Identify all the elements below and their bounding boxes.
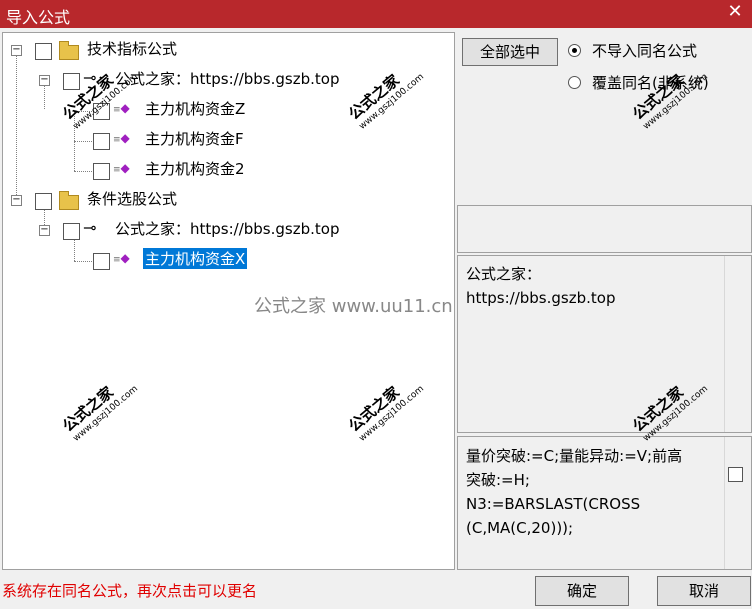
folder-icon: [59, 191, 79, 210]
description-line: 公式之家：: [466, 265, 542, 283]
folder-icon: [59, 41, 79, 60]
collapse-icon[interactable]: −: [11, 45, 22, 56]
item-checkbox[interactable]: [93, 253, 110, 270]
formula-icon: ≡◆: [113, 161, 130, 175]
group-2-label: 条件选股公式: [87, 190, 178, 208]
code-text: 量价突破:=C;量能异动:=V;前高 突破:=H; N3:=BARSLAST(C…: [466, 444, 726, 540]
tree-line: [16, 51, 17, 199]
formula-icon: ≡◆: [113, 131, 130, 145]
item-label: 主力机构资金F: [145, 130, 244, 148]
code-line: 量价突破:=C;量能异动:=V;前高: [466, 447, 683, 465]
status-message: 系统存在同名公式，再次点击可以更名: [2, 582, 258, 600]
description-text: 公式之家： https://bbs.gszb.top: [466, 262, 706, 310]
key-icon: ⊸: [83, 218, 97, 237]
collapse-icon[interactable]: −: [11, 195, 22, 206]
item-label: 主力机构资金Z: [145, 100, 246, 118]
code-line: 突破:=H;: [466, 471, 530, 489]
overwrite-radio[interactable]: [568, 76, 581, 89]
code-checkbox[interactable]: [728, 467, 743, 482]
item-label: 主力机构资金X: [143, 248, 248, 269]
select-all-button[interactable]: 全部选中: [462, 38, 558, 66]
watermark: 公式之家 www.gszj100.com: [629, 70, 710, 132]
info-box: [457, 205, 752, 253]
source-1-checkbox[interactable]: [63, 73, 80, 90]
no-import-label: 不导入同名公式: [592, 42, 698, 60]
formula-icon: ≡◆: [113, 251, 130, 265]
code-line: N3:=BARSLAST(CROSS: [466, 495, 641, 513]
window-title: 导入公式: [6, 8, 71, 27]
no-import-radio[interactable]: [568, 44, 581, 57]
item-checkbox[interactable]: [93, 163, 110, 180]
description-line: https://bbs.gszb.top: [466, 289, 616, 307]
group-1-label: 技术指标公式: [87, 40, 178, 58]
source-2-label: 公式之家：https://bbs.gszb.top: [115, 220, 340, 238]
scrollbar[interactable]: [724, 437, 751, 569]
tree-line: [74, 171, 92, 172]
code-line: (C,MA(C,20)));: [466, 519, 574, 537]
ok-button[interactable]: 确定: [535, 576, 629, 606]
item-label: 主力机构资金2: [145, 160, 245, 178]
group-1-checkbox[interactable]: [35, 43, 52, 60]
close-icon[interactable]: ✕: [726, 3, 744, 21]
source-1-label: 公式之家：https://bbs.gszb.top: [115, 70, 340, 88]
item-checkbox[interactable]: [93, 133, 110, 150]
tree-line: [74, 141, 92, 142]
cancel-button[interactable]: 取消: [657, 576, 751, 606]
title-bar: 导入公式 ✕: [0, 0, 752, 28]
tree-line: [74, 261, 92, 262]
collapse-icon[interactable]: −: [39, 75, 50, 86]
formula-icon: ≡◆: [113, 101, 130, 115]
center-watermark: 公式之家 www.uu11.cn: [254, 296, 453, 317]
scrollbar[interactable]: [724, 256, 751, 432]
group-2-checkbox[interactable]: [35, 193, 52, 210]
collapse-icon[interactable]: −: [39, 225, 50, 236]
source-2-checkbox[interactable]: [63, 223, 80, 240]
